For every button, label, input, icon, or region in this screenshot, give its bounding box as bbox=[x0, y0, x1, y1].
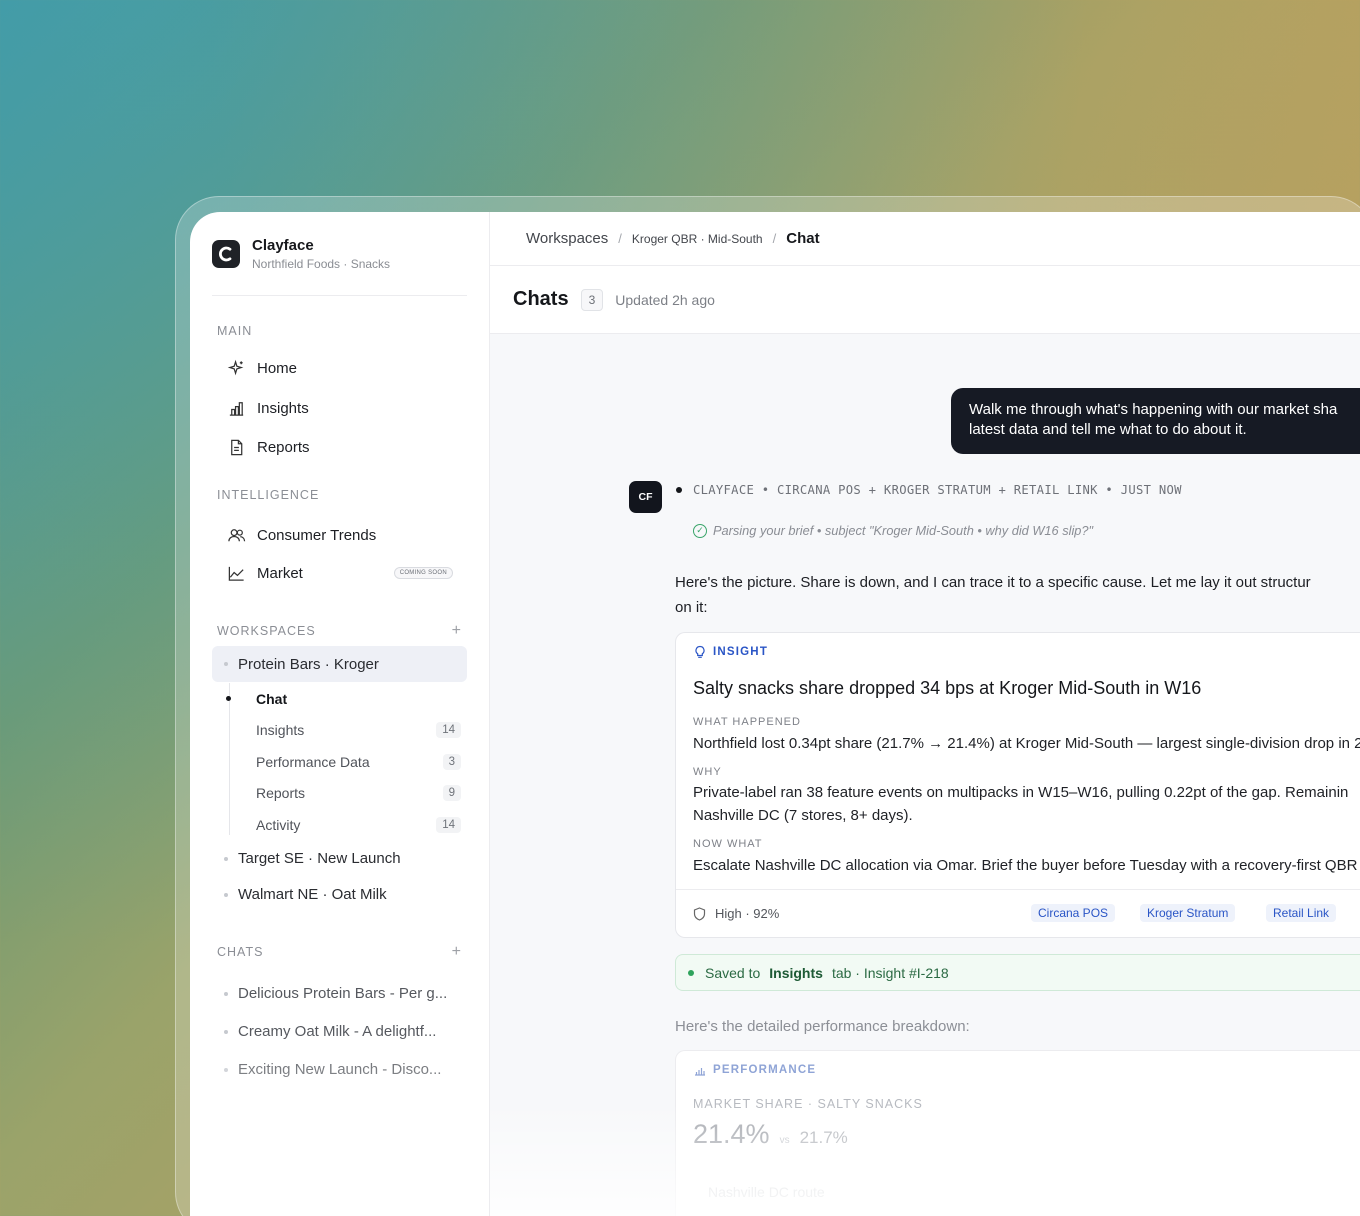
line-chart-icon bbox=[226, 563, 246, 583]
nav-label-market: Market bbox=[257, 564, 303, 582]
chat-item[interactable]: Creamy Oat Milk - A delightf... bbox=[212, 1013, 467, 1051]
saved-notice: Saved to Insights tab · Insight #I-218 bbox=[675, 954, 1360, 991]
sidebar: Clayface Northfield Foods · Snacks MAIN … bbox=[190, 212, 490, 1216]
current-share: 21.4% bbox=[693, 1119, 770, 1149]
workspace-item-protein-bars-kroger[interactable]: Protein Bars · Kroger bbox=[212, 646, 467, 682]
workspace-item-walmart-ne[interactable]: Walmart NE · Oat Milk bbox=[212, 877, 467, 913]
breadcrumb-separator: / bbox=[772, 231, 777, 246]
nav-item-market[interactable]: Market COMING SOON bbox=[212, 554, 467, 592]
user-message: Walk me through what's happening with ou… bbox=[951, 388, 1360, 454]
check-circle-icon: ✓ bbox=[693, 523, 707, 538]
what-happened-label: WHAT HAPPENED bbox=[693, 716, 801, 728]
assistant-intro: Here's the picture. Share is down, and I… bbox=[675, 574, 1311, 616]
insight-footer: High · 92% Circana POS Kroger Stratum Re… bbox=[676, 889, 1360, 937]
app-window: Clayface Northfield Foods · Snacks MAIN … bbox=[190, 212, 1360, 1216]
breadcrumb-separator: / bbox=[618, 231, 622, 246]
shield-icon bbox=[693, 906, 706, 921]
section-label-chats: CHATS + bbox=[217, 942, 462, 961]
sub-item-insights[interactable]: Insights 14 bbox=[229, 715, 467, 747]
bullet-dot bbox=[224, 662, 228, 666]
source-chip-kroger-stratum[interactable]: Kroger Stratum bbox=[1140, 904, 1236, 922]
nav-item-reports[interactable]: Reports bbox=[212, 428, 467, 466]
source-chip-circana[interactable]: Circana POS bbox=[1031, 904, 1116, 922]
count-badge: 3 bbox=[442, 753, 461, 770]
add-workspace-icon[interactable]: + bbox=[452, 622, 462, 640]
chat-item[interactable]: Delicious Protein Bars - Per g... bbox=[212, 975, 467, 1013]
why-text-line1: Private-label ran 38 feature events on m… bbox=[693, 784, 1349, 801]
chat-header: Chats 3 Updated 2h ago bbox=[490, 266, 1360, 334]
count-badge: 9 bbox=[442, 785, 461, 802]
bullet-dot bbox=[224, 1029, 228, 1034]
nav-label-home: Home bbox=[257, 359, 298, 377]
route-label: Nashville DC route bbox=[708, 1184, 825, 1200]
sub-item-activity[interactable]: Activity 14 bbox=[229, 809, 467, 841]
lightbulb-icon bbox=[695, 645, 705, 658]
source-chip-retail-link[interactable]: Retail Link bbox=[1266, 904, 1337, 922]
nav-label-consumer-trends: Consumer Trends bbox=[257, 526, 377, 544]
vs-label: vs bbox=[779, 1135, 790, 1146]
brand-subtitle: Northfield Foods · Snacks bbox=[252, 256, 391, 271]
bullet-dot bbox=[224, 892, 228, 897]
bar-chart-icon bbox=[695, 1068, 705, 1076]
now-what-label: NOW WHAT bbox=[693, 838, 763, 850]
assistant-avatar: CF bbox=[629, 481, 662, 513]
insight-title: Salty snacks share dropped 34 bps at Kro… bbox=[693, 678, 1202, 698]
bar-chart-icon bbox=[226, 398, 246, 418]
users-icon bbox=[226, 525, 246, 545]
why-label: WHY bbox=[693, 766, 722, 778]
page-title: Chats bbox=[513, 288, 569, 310]
breadcrumb-workspaces[interactable]: Workspaces bbox=[526, 230, 608, 247]
sub-item-performance-data[interactable]: Performance Data 3 bbox=[229, 746, 467, 778]
section-label-workspaces: WORKSPACES + bbox=[217, 622, 462, 640]
brand[interactable]: Clayface Northfield Foods · Snacks bbox=[212, 212, 467, 296]
bullet-dot bbox=[224, 991, 228, 996]
success-dot bbox=[688, 969, 694, 976]
count-badge: 14 bbox=[436, 722, 461, 739]
workspace-item-target-se[interactable]: Target SE · New Launch bbox=[212, 841, 467, 877]
chat-item[interactable]: Exciting New Launch - Disco... bbox=[212, 1051, 467, 1089]
nav-item-insights[interactable]: Insights bbox=[212, 388, 467, 428]
saved-insights-link[interactable]: Insights bbox=[769, 965, 823, 981]
bullet-dot bbox=[224, 1067, 228, 1072]
breadcrumb-current: Chat bbox=[786, 230, 820, 247]
nav-item-consumer-trends[interactable]: Consumer Trends bbox=[212, 516, 467, 554]
prior-share: 21.7% bbox=[799, 1128, 848, 1147]
performance-metric: 21.4% vs 21.7% bbox=[693, 1119, 848, 1150]
what-happened-text: Northfield lost 0.34pt share (21.7% → 21… bbox=[693, 735, 1360, 752]
nav-label-reports: Reports bbox=[257, 438, 310, 456]
workspace-sub-nav: Chat Insights 14 Performance Data 3 Repo… bbox=[226, 683, 467, 841]
breadcrumb-workspace[interactable]: Kroger QBR · Mid-South bbox=[632, 232, 763, 246]
sub-item-chat[interactable]: Chat bbox=[226, 683, 467, 715]
now-what-text: Escalate Nashville DC allocation via Oma… bbox=[693, 857, 1358, 874]
section-label-intelligence: INTELLIGENCE bbox=[217, 488, 320, 502]
parsing-status: ✓ Parsing your brief • subject "Kroger M… bbox=[693, 523, 1093, 538]
updated-timestamp: Updated 2h ago bbox=[615, 291, 715, 308]
add-chat-icon[interactable]: + bbox=[452, 943, 462, 961]
section-label-main: MAIN bbox=[217, 324, 253, 338]
nav-label-insights: Insights bbox=[257, 399, 309, 417]
nav-item-home[interactable]: Home bbox=[212, 348, 467, 388]
performance-tag: PERFORMANCE bbox=[693, 1063, 816, 1077]
insight-tag: INSIGHT bbox=[693, 645, 768, 659]
logo-icon bbox=[212, 239, 240, 268]
confidence-label: High · 92% bbox=[715, 906, 780, 921]
message-meta: CLAYFACE • CIRCANA POS + KROGER STRATUM … bbox=[676, 483, 1182, 497]
bullet-dot bbox=[224, 856, 228, 861]
chat-count-badge: 3 bbox=[580, 288, 604, 311]
main-panel: Workspaces / Kroger QBR · Mid-South / Ch… bbox=[490, 212, 1360, 1216]
why-text-line2: Nashville DC (7 stores, 8+ days). bbox=[693, 807, 913, 824]
count-badge: 14 bbox=[436, 816, 461, 833]
document-icon bbox=[226, 437, 246, 457]
coming-soon-badge: COMING SOON bbox=[393, 567, 453, 579]
breadcrumb: Workspaces / Kroger QBR · Mid-South / Ch… bbox=[490, 212, 1360, 266]
brand-name: Clayface bbox=[252, 236, 314, 254]
insight-card[interactable]: INSIGHT Salty snacks share dropped 34 bp… bbox=[675, 632, 1360, 938]
status-dot bbox=[676, 487, 682, 493]
performance-subtitle: MARKET SHARE · SALTY SNACKS bbox=[693, 1097, 923, 1111]
detail-intro: Here's the detailed performance breakdow… bbox=[675, 1018, 970, 1035]
sparkle-icon bbox=[226, 358, 246, 378]
sub-item-reports[interactable]: Reports 9 bbox=[229, 778, 467, 810]
